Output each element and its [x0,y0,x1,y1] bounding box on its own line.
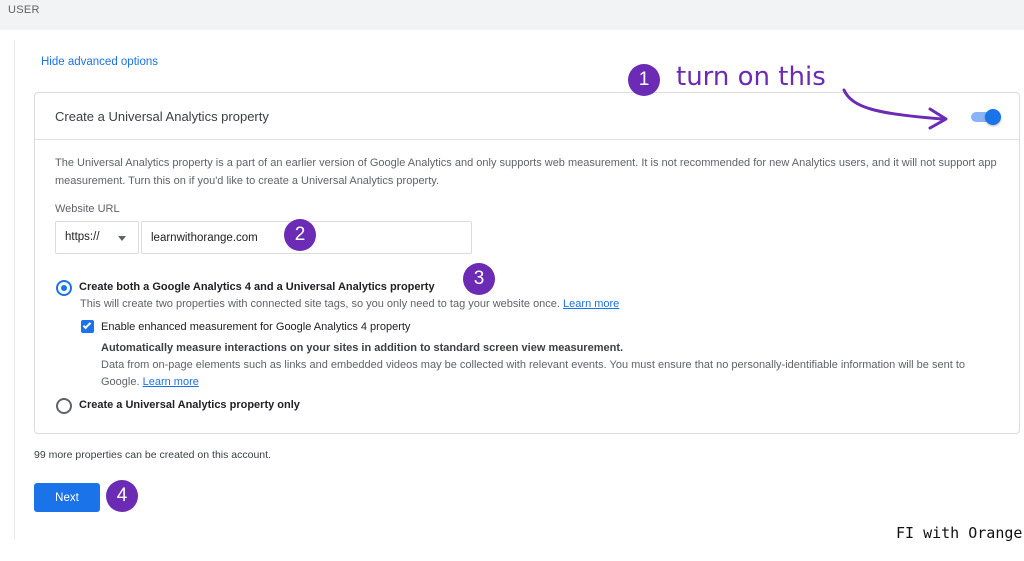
top-bar: USER [0,0,1024,30]
option-create-both-desc: This will create two properties with con… [80,298,619,310]
protocol-select[interactable]: https:// [55,221,139,254]
enhanced-measurement-checkbox[interactable] [81,320,94,333]
step-1-badge: 1 [628,64,660,96]
ua-description: The Universal Analytics property is a pa… [55,157,997,187]
left-divider [14,40,15,540]
step-3-badge: 3 [463,263,495,295]
toggle-thumb [985,109,1001,125]
chevron-down-icon [118,236,126,241]
create-both-desc-text: This will create two properties with con… [80,298,560,310]
top-bar-label: USER [8,4,40,16]
protocol-value: https:// [65,231,100,243]
enhanced-measurement-title: Automatically measure interactions on yo… [101,342,624,354]
step-2-badge: 2 [284,219,316,251]
checkmark-icon [82,320,92,330]
option-create-both-label: Create both a Google Analytics 4 and a U… [79,281,435,293]
enhanced-measurement-label: Enable enhanced measurement for Google A… [101,321,411,333]
radio-create-both[interactable] [56,280,72,296]
radio-ua-only[interactable] [56,398,72,414]
card-title: Create a Universal Analytics property [55,109,269,124]
hide-advanced-options-link[interactable]: Hide advanced options [41,56,158,68]
turn-on-annotation: turn on this [676,62,826,92]
watermark: FI with Orange [896,524,1023,542]
universal-analytics-card: Create a Universal Analytics property Th… [34,92,1020,434]
enhanced-desc-text: Data from on-page elements such as links… [101,359,965,388]
annotation-arrow-icon [842,88,948,130]
step-4-badge: 4 [106,480,138,512]
universal-analytics-toggle[interactable] [969,109,1001,125]
next-button[interactable]: Next [34,483,100,512]
learn-more-link[interactable]: Learn more [563,298,619,310]
enhanced-measurement-desc: Data from on-page elements such as links… [101,357,1001,391]
more-properties-text: 99 more properties can be created on thi… [34,449,271,461]
enhanced-learn-more-link[interactable]: Learn more [143,376,199,388]
option-ua-only-label: Create a Universal Analytics property on… [79,399,300,411]
website-url-label: Website URL [55,203,120,215]
